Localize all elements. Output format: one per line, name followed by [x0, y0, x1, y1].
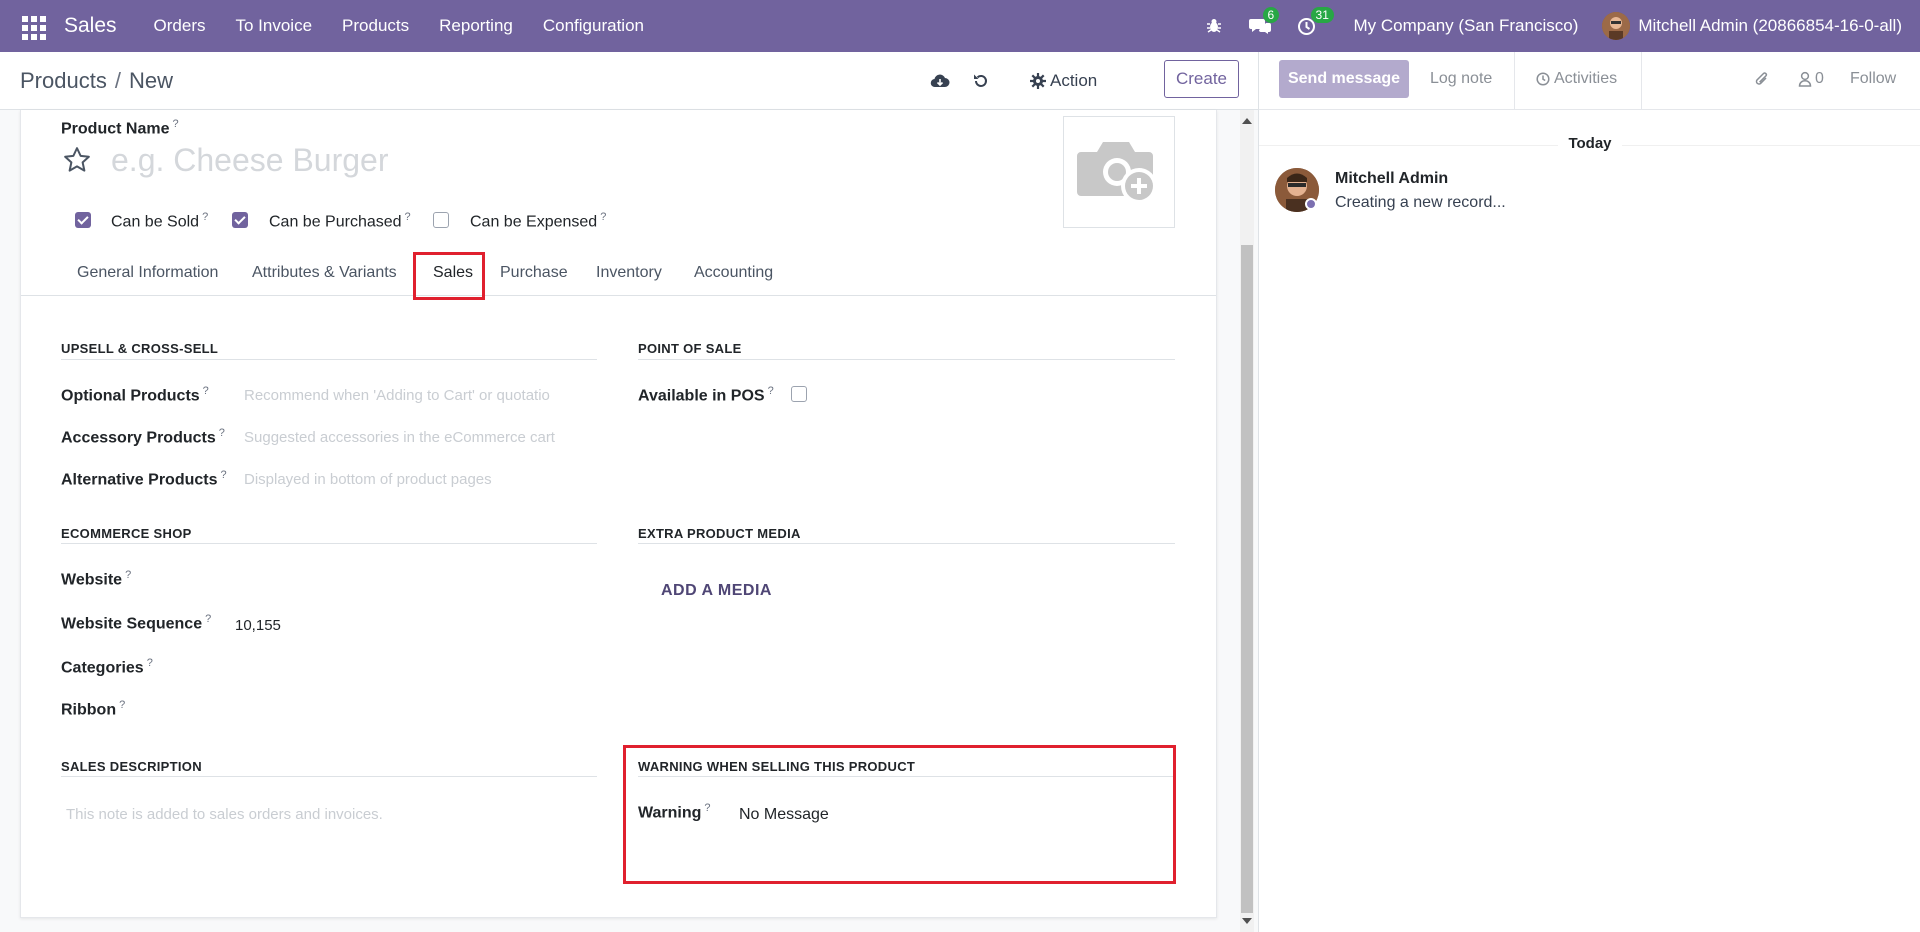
chatter-separator — [1641, 52, 1642, 110]
follow-button[interactable]: Follow — [1850, 70, 1896, 88]
apps-menu-icon[interactable] — [18, 12, 46, 40]
send-message-button[interactable]: Send message — [1279, 60, 1409, 98]
menu-item-configuration[interactable]: Configuration — [528, 16, 659, 36]
clock-icon — [1536, 72, 1550, 86]
action-label: Action — [1050, 71, 1098, 90]
add-media-button[interactable]: ADD A MEDIA — [661, 582, 772, 600]
chatter-panel: Send message Log note Activities 0 Follo… — [1258, 52, 1920, 932]
top-navbar: Sales Orders To Invoice Products Reporti… — [0, 0, 1920, 52]
tab-accounting[interactable]: Accounting — [694, 264, 773, 282]
activities-button[interactable]: Activities — [1536, 70, 1617, 88]
menu-item-reporting[interactable]: Reporting — [424, 16, 528, 36]
ecommerce-section-title: ECOMMERCE SHOP — [61, 526, 192, 541]
message-body: Creating a new record... — [1335, 194, 1506, 211]
menu-item-to-invoice[interactable]: To Invoice — [221, 16, 328, 36]
product-image-upload[interactable] — [1063, 116, 1175, 228]
scrollbar-thumb[interactable] — [1241, 245, 1253, 913]
menu-item-products[interactable]: Products — [327, 16, 424, 36]
create-button[interactable]: Create — [1164, 60, 1239, 98]
notebook-tabs-rule — [21, 295, 1216, 296]
sales-tab-highlight — [413, 252, 485, 300]
gear-icon — [1030, 73, 1046, 89]
form-actions: Action — [930, 52, 1097, 110]
control-panel: Products / New Action Create — [0, 52, 1258, 110]
attachment-paperclip-icon[interactable] — [1754, 70, 1770, 93]
discard-undo-icon[interactable] — [972, 72, 990, 90]
sales-description-rule — [61, 776, 597, 777]
main-menu: Orders To Invoice Products Reporting Con… — [139, 16, 659, 36]
sales-description-title: SALES DESCRIPTION — [61, 759, 202, 774]
sales-description-input[interactable]: This note is added to sales orders and i… — [66, 806, 383, 823]
online-status-dot — [1305, 198, 1317, 210]
tab-attributes-variants[interactable]: Attributes & Variants — [252, 264, 397, 282]
categories-label: Categories? — [61, 657, 153, 677]
can-be-sold-checkbox[interactable] — [75, 212, 91, 228]
website-label: Website? — [61, 569, 132, 589]
alternative-products-label: Alternative Products? — [61, 469, 227, 489]
message-author[interactable]: Mitchell Admin — [1335, 170, 1448, 188]
action-menu-button[interactable]: Action — [1030, 71, 1097, 91]
date-separator: Today — [1259, 135, 1920, 152]
followers-button[interactable]: 0 — [1798, 70, 1824, 88]
available-in-pos-checkbox[interactable] — [791, 386, 807, 402]
favorite-star-icon[interactable] — [62, 145, 92, 180]
activities-badge: 31 — [1310, 6, 1334, 23]
accessory-products-input[interactable]: Suggested accessories in the eCommerce c… — [244, 429, 555, 446]
upsell-section-rule — [61, 359, 597, 360]
activities-clock-icon[interactable]: 31 — [1297, 6, 1334, 36]
user-avatar[interactable] — [1602, 12, 1631, 40]
breadcrumb-current: New — [128, 67, 173, 93]
can-be-purchased-label: Can be Purchased? — [269, 211, 411, 231]
alternative-products-input[interactable]: Displayed in bottom of product pages — [244, 471, 492, 488]
website-sequence-label: Website Sequence? — [61, 613, 212, 633]
product-name-label: Product Name? — [61, 118, 179, 138]
ecommerce-section-rule — [61, 543, 597, 544]
can-be-expensed-label: Can be Expensed? — [470, 211, 607, 231]
warning-section-highlight — [623, 745, 1176, 884]
pos-section-title: POINT OF SALE — [638, 341, 742, 356]
can-be-purchased-checkbox[interactable] — [232, 212, 248, 228]
breadcrumb-products-link[interactable]: Products — [20, 68, 107, 93]
breadcrumb-separator: / — [114, 67, 121, 93]
user-icon — [1798, 71, 1812, 87]
save-cloud-icon[interactable] — [930, 73, 950, 89]
debug-bug-icon[interactable] — [1205, 17, 1223, 35]
ribbon-label: Ribbon? — [61, 699, 126, 719]
chatter-separator — [1514, 52, 1515, 110]
tab-inventory[interactable]: Inventory — [596, 264, 662, 282]
accessory-products-label: Accessory Products? — [61, 427, 225, 447]
pos-section-rule — [638, 359, 1175, 360]
tab-general-information[interactable]: General Information — [77, 264, 218, 282]
user-menu[interactable]: Mitchell Admin (20866854-16-0-all) — [1638, 16, 1902, 36]
log-note-button[interactable]: Log note — [1430, 70, 1492, 88]
menu-item-orders[interactable]: Orders — [139, 16, 221, 36]
navbar-systray: 6 31 My Company (San Francisco) Mitchell… — [1205, 6, 1902, 40]
chatter-topbar: Send message Log note Activities 0 Follo… — [1259, 52, 1920, 110]
messages-badge: 6 — [1262, 7, 1280, 23]
app-name[interactable]: Sales — [64, 14, 117, 38]
optional-products-input[interactable]: Recommend when 'Adding to Cart' or quota… — [244, 387, 550, 404]
company-switcher[interactable]: My Company (San Francisco) — [1354, 16, 1579, 36]
available-in-pos-label: Available in POS? — [638, 385, 774, 405]
media-section-title: EXTRA PRODUCT MEDIA — [638, 526, 801, 541]
optional-products-label: Optional Products? — [61, 385, 209, 405]
product-name-input[interactable]: e.g. Cheese Burger — [111, 142, 389, 179]
can-be-expensed-checkbox[interactable] — [433, 212, 449, 228]
scroll-up-arrow[interactable] — [1242, 118, 1252, 124]
upsell-section-title: UPSELL & CROSS-SELL — [61, 341, 219, 356]
website-sequence-input[interactable]: 10,155 — [235, 617, 281, 634]
tab-purchase[interactable]: Purchase — [500, 264, 568, 282]
media-section-rule — [638, 543, 1175, 544]
breadcrumb: Products / New — [20, 68, 173, 94]
messages-icon[interactable]: 6 — [1248, 7, 1280, 35]
camera-add-icon — [1077, 142, 1157, 204]
can-be-sold-label: Can be Sold? — [111, 211, 209, 231]
scroll-down-arrow[interactable] — [1242, 918, 1252, 924]
